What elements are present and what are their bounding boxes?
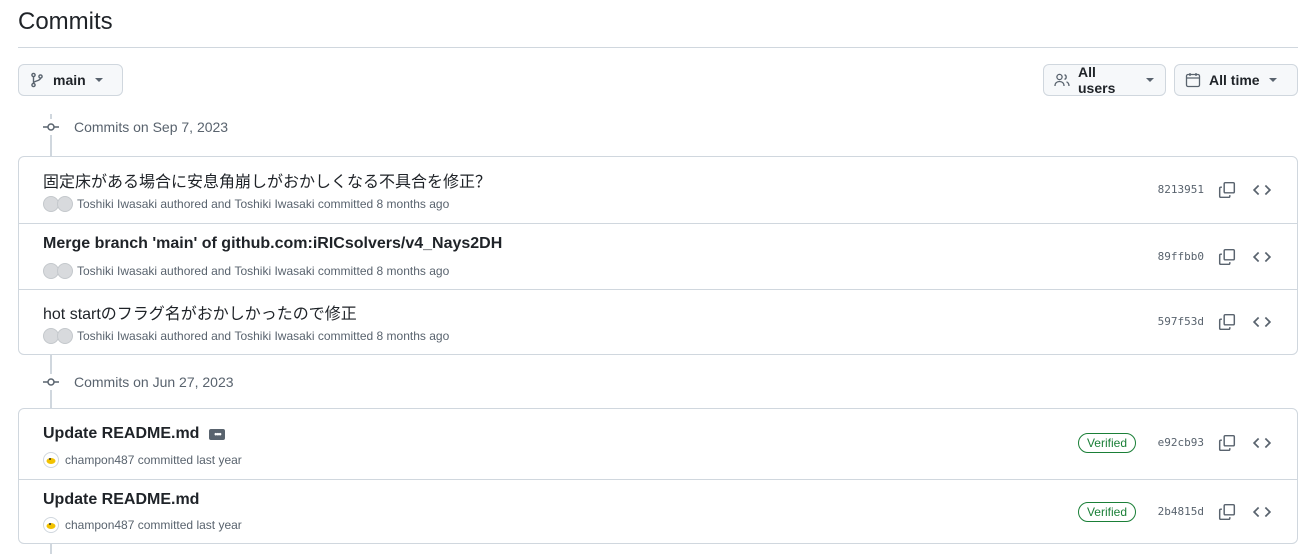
commit-sha-link[interactable]: 89ffbb0 xyxy=(1158,250,1204,263)
commit-time: last year xyxy=(196,518,242,532)
commit-row: Update README.md ••• champon487 committe… xyxy=(19,409,1297,479)
avatar[interactable] xyxy=(57,196,73,212)
avatar[interactable] xyxy=(43,452,59,468)
branch-selector-button[interactable]: main xyxy=(18,64,123,96)
committed-text: committed xyxy=(137,518,194,532)
commit-group-date: Commits on Sep 7, 2023 xyxy=(74,119,229,135)
commit-meta: champon487 committed last year xyxy=(43,452,242,468)
avatar[interactable] xyxy=(43,517,59,533)
git-commit-icon xyxy=(42,119,60,135)
browse-code-icon[interactable] xyxy=(1253,181,1271,199)
commit-time: 8 months ago xyxy=(376,329,450,343)
committed-text: committed xyxy=(317,329,374,343)
commit-title-link[interactable]: Update README.md xyxy=(43,425,199,443)
browse-code-icon[interactable] xyxy=(1253,434,1271,452)
commit-row: Merge branch 'main' of github.com:iRICso… xyxy=(19,223,1297,289)
verified-badge[interactable]: Verified xyxy=(1077,502,1136,522)
commit-group-header: Commits on Sep 7, 2023 xyxy=(42,119,228,135)
verified-badge[interactable]: Verified xyxy=(1077,433,1136,453)
commit-row: hot startのフラグ名がおかしかったので修正 Toshiki Iwasak… xyxy=(19,289,1297,354)
copy-icon[interactable] xyxy=(1218,503,1236,521)
branch-label: main xyxy=(53,72,86,88)
committer-link[interactable]: Toshiki Iwasaki xyxy=(234,264,314,278)
commit-group-header: Commits on Jun 27, 2023 xyxy=(42,374,234,390)
commit-group-date: Commits on Jun 27, 2023 xyxy=(74,374,234,390)
authored-text: authored and xyxy=(160,264,232,278)
avatar-stack xyxy=(43,196,73,212)
commit-title-link: Update README.md ••• xyxy=(43,425,226,443)
committer-link[interactable]: Toshiki Iwasaki xyxy=(234,329,314,343)
commit-title-link[interactable]: 固定床がある場合に安息角崩しがおかしくなる不具合を修正？ xyxy=(43,168,491,192)
commit-sha-link[interactable]: e92cb93 xyxy=(1158,436,1204,449)
avatar[interactable] xyxy=(57,263,73,279)
author-link[interactable]: Toshiki Iwasaki xyxy=(77,329,157,343)
author-link[interactable]: Toshiki Iwasaki xyxy=(77,264,157,278)
commit-title-link[interactable]: Merge branch 'main' of github.com:iRICso… xyxy=(43,235,502,253)
commit-meta: Toshiki Iwasaki authored and Toshiki Iwa… xyxy=(43,328,449,344)
page-title: Commits xyxy=(18,8,113,35)
user-filter-button[interactable]: All users xyxy=(1043,64,1166,96)
caret-down-icon xyxy=(94,77,104,83)
caret-down-icon xyxy=(1145,77,1155,83)
commit-meta: Toshiki Iwasaki authored and Toshiki Iwa… xyxy=(43,263,449,279)
commit-title-link[interactable]: hot startのフラグ名がおかしかったので修正 xyxy=(43,300,357,324)
timeline-line xyxy=(50,544,52,554)
commit-title-link[interactable]: Update README.md xyxy=(43,491,199,509)
committed-text: committed xyxy=(137,453,194,467)
commit-list: 固定床がある場合に安息角崩しがおかしくなる不具合を修正？ Toshiki Iwa… xyxy=(18,156,1298,355)
commit-sha-link[interactable]: 597f53d xyxy=(1158,315,1204,328)
copy-icon[interactable] xyxy=(1218,181,1236,199)
calendar-icon xyxy=(1185,72,1201,88)
commit-meta: Toshiki Iwasaki authored and Toshiki Iwa… xyxy=(43,196,449,212)
committed-text: committed xyxy=(317,197,374,211)
git-branch-icon xyxy=(29,72,45,88)
time-filter-button[interactable]: All time xyxy=(1174,64,1298,96)
commit-row: Update README.md champon487 committed la… xyxy=(19,479,1297,543)
committed-text: committed xyxy=(317,264,374,278)
copy-icon[interactable] xyxy=(1218,248,1236,266)
people-icon xyxy=(1054,72,1070,88)
commit-time: 8 months ago xyxy=(376,197,450,211)
avatar[interactable] xyxy=(57,328,73,344)
committer-link[interactable]: Toshiki Iwasaki xyxy=(234,197,314,211)
git-commit-icon xyxy=(42,374,60,390)
caret-down-icon xyxy=(1268,77,1278,83)
title-divider xyxy=(18,47,1298,48)
authored-text: authored and xyxy=(160,329,232,343)
commit-row: 固定床がある場合に安息角崩しがおかしくなる不具合を修正？ Toshiki Iwa… xyxy=(19,157,1297,223)
copy-icon[interactable] xyxy=(1218,434,1236,452)
commit-list: Update README.md ••• champon487 committe… xyxy=(18,408,1298,544)
copy-icon[interactable] xyxy=(1218,313,1236,331)
authored-text: authored and xyxy=(160,197,232,211)
commit-meta: champon487 committed last year xyxy=(43,517,242,533)
browse-code-icon[interactable] xyxy=(1253,313,1271,331)
commit-time: last year xyxy=(196,453,242,467)
commit-time: 8 months ago xyxy=(376,264,450,278)
expand-message-button[interactable]: ••• xyxy=(209,428,226,440)
commit-sha-link[interactable]: 2b4815d xyxy=(1158,505,1204,518)
browse-code-icon[interactable] xyxy=(1253,503,1271,521)
avatar-stack xyxy=(43,328,73,344)
browse-code-icon[interactable] xyxy=(1253,248,1271,266)
commit-sha-link[interactable]: 8213951 xyxy=(1158,183,1204,196)
user-filter-label: All users xyxy=(1078,64,1116,96)
author-link[interactable]: Toshiki Iwasaki xyxy=(77,197,157,211)
committer-link[interactable]: champon487 xyxy=(65,518,134,532)
committer-link[interactable]: champon487 xyxy=(65,453,134,467)
avatar-stack xyxy=(43,263,73,279)
time-filter-label: All time xyxy=(1209,72,1260,88)
